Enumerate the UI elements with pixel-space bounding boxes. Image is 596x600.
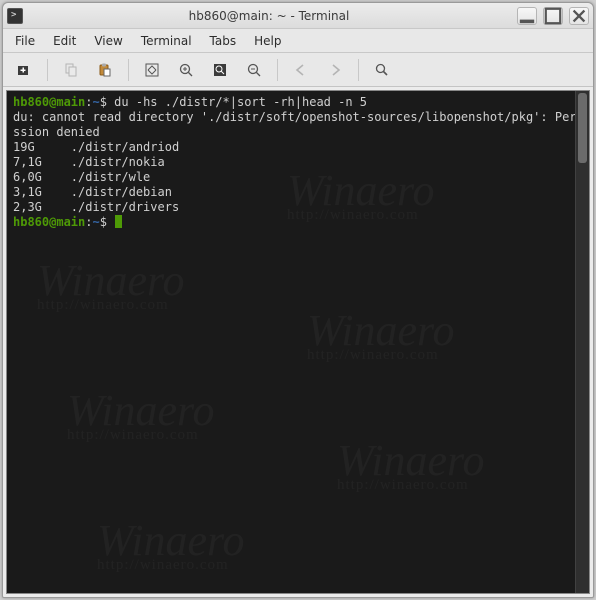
menu-view[interactable]: View: [86, 31, 130, 51]
separator: [277, 59, 278, 81]
terminal-output[interactable]: hb860@main:~$ du -hs ./distr/*|sort -rh|…: [7, 91, 589, 234]
scrollbar-thumb[interactable]: [578, 93, 587, 163]
menu-file[interactable]: File: [7, 31, 43, 51]
paste-button[interactable]: [90, 57, 120, 83]
search-button[interactable]: [367, 57, 397, 83]
menu-terminal[interactable]: Terminal: [133, 31, 200, 51]
fullscreen-button[interactable]: [137, 57, 167, 83]
zoom-in-button[interactable]: [171, 57, 201, 83]
menu-help[interactable]: Help: [246, 31, 289, 51]
prev-tab-button[interactable]: [286, 57, 316, 83]
next-tab-button[interactable]: [320, 57, 350, 83]
menu-bar: File Edit View Terminal Tabs Help: [3, 29, 593, 53]
menu-edit[interactable]: Edit: [45, 31, 84, 51]
separator: [128, 59, 129, 81]
separator: [47, 59, 48, 81]
close-button[interactable]: [569, 7, 589, 25]
menu-tabs[interactable]: Tabs: [202, 31, 245, 51]
terminal-pane[interactable]: hb860@main:~$ du -hs ./distr/*|sort -rh|…: [6, 90, 590, 594]
separator: [358, 59, 359, 81]
app-icon: [7, 8, 23, 24]
new-tab-button[interactable]: [9, 57, 39, 83]
tool-bar: [3, 53, 593, 87]
minimize-button[interactable]: [517, 7, 537, 25]
copy-button[interactable]: [56, 57, 86, 83]
zoom-out-button[interactable]: [239, 57, 269, 83]
scrollbar[interactable]: [575, 91, 589, 593]
window: hb860@main: ~ - Terminal File Edit View …: [2, 2, 594, 598]
title-bar[interactable]: hb860@main: ~ - Terminal: [3, 3, 593, 29]
zoom-reset-button[interactable]: [205, 57, 235, 83]
window-title: hb860@main: ~ - Terminal: [27, 9, 511, 23]
maximize-button[interactable]: [543, 7, 563, 25]
